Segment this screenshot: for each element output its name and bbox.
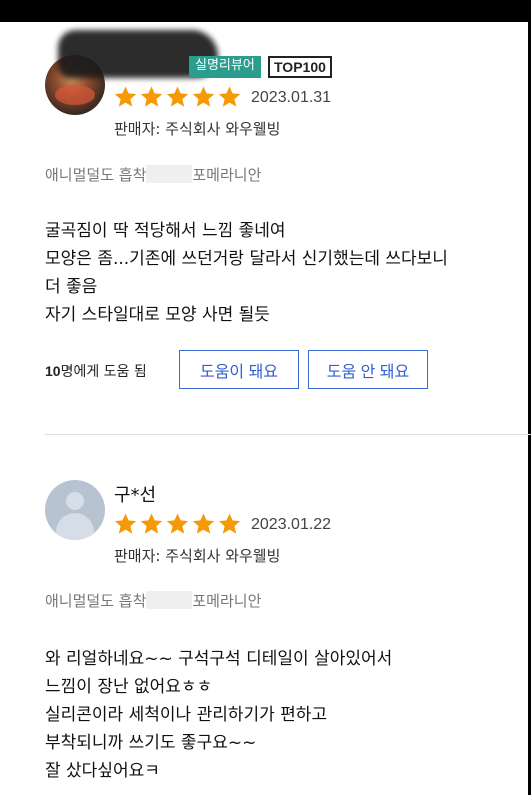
star-icon (218, 513, 241, 534)
review-line: 잘 샀다싶어요ㅋ (45, 761, 160, 781)
product-option: 애니멀덜도 흡착 포메라니안 (45, 590, 261, 611)
star-icon (218, 86, 241, 107)
real-name-badge: 실명리뷰어 (189, 56, 261, 78)
star-icon (114, 513, 137, 534)
helpful-count: 10명에게 도움 됨 (45, 361, 147, 381)
star-icon (140, 513, 163, 534)
reviewer-name: 구*선 (114, 485, 157, 506)
star-icon (166, 86, 189, 107)
review-line: 굴곡짐이 딱 적당해서 느낌 좋네여 (45, 221, 286, 241)
redacted-option (146, 165, 193, 183)
option-suffix: 포메라니안 (192, 592, 262, 610)
default-avatar-icon (45, 480, 105, 540)
product-option: 애니멀덜도 흡착 포메라니안 (45, 164, 261, 185)
review-content: 굴곡짐이 딱 적당해서 느낌 좋네여 모양은 좀...기존에 쓰던거랑 달라서 … (45, 217, 525, 329)
review-line: 더 좋음 (45, 277, 98, 297)
star-icon (192, 86, 215, 107)
helpful-yes-button[interactable]: 도움이 돼요 (179, 350, 299, 389)
top100-badge: TOP100 (268, 56, 332, 78)
helpful-number: 10 (45, 363, 61, 379)
rating-stars (113, 85, 242, 109)
option-prefix: 애니멀덜도 흡착 (45, 592, 147, 610)
star-icon (166, 513, 189, 534)
star-icon (114, 86, 137, 107)
redacted-option (146, 591, 193, 609)
helpful-no-button[interactable]: 도움 안 돼요 (308, 350, 428, 389)
rating-stars (113, 512, 242, 536)
review-line: 모양은 좀...기존에 쓰던거랑 달라서 신기했는데 쓰다보니 (45, 249, 448, 269)
star-icon (192, 513, 215, 534)
review-date: 2023.01.22 (251, 516, 332, 533)
review-line: 부착되니까 쓰기도 좋구요~~ (45, 733, 257, 753)
star-icon (140, 86, 163, 107)
review-divider (45, 434, 531, 435)
top-black-bar (0, 0, 531, 22)
review-line: 실리콘이라 세척이나 관리하기가 편하고 (45, 705, 328, 725)
review-content: 와 리얼하네요~~ 구석구석 디테일이 살아있어서 느낌이 장난 없어요ㅎㅎ 실… (45, 645, 525, 785)
review-line: 자기 스타일대로 모양 사면 될듯 (45, 305, 270, 325)
review-line: 와 리얼하네요~~ 구석구석 디테일이 살아있어서 (45, 649, 393, 669)
review-date: 2023.01.31 (251, 89, 332, 106)
option-suffix: 포메라니안 (192, 166, 262, 184)
review-line: 느낌이 장난 없어요ㅎㅎ (45, 677, 213, 697)
seller-name: 판매자: 주식회사 와우웰빙 (114, 120, 281, 138)
option-prefix: 애니멀덜도 흡착 (45, 166, 147, 184)
seller-name: 판매자: 주식회사 와우웰빙 (114, 547, 281, 565)
helpful-suffix: 명에게 도움 됨 (60, 364, 147, 380)
